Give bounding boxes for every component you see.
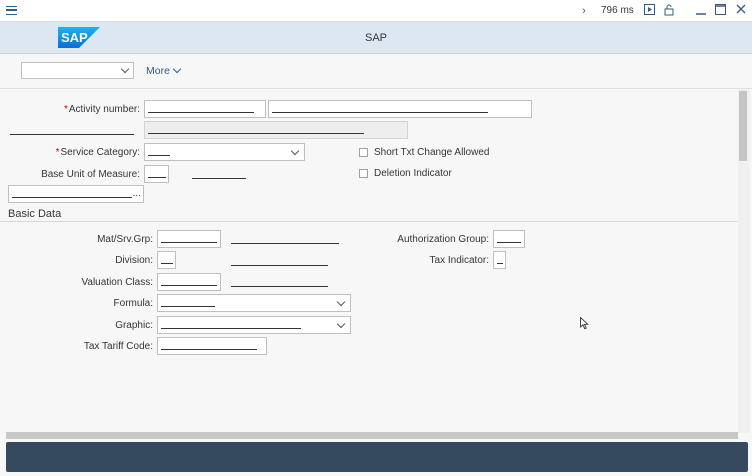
authorization-group-label: Authorization Group: — [397, 234, 489, 245]
lock-icon[interactable] — [663, 4, 675, 18]
shell-header: SAP SAP — [0, 22, 752, 54]
chevron-down-icon — [336, 319, 346, 329]
value-help-field[interactable]: ... — [8, 185, 144, 203]
readonly-field — [144, 121, 408, 139]
mat-srv-grp-field[interactable] — [157, 230, 221, 248]
tax-tariff-code-label: Tax Tariff Code: — [83, 341, 153, 352]
activity-number-field[interactable] — [144, 100, 266, 118]
toolbar: More — [0, 54, 752, 89]
graphic-select[interactable] — [157, 316, 351, 334]
section-divider — [0, 221, 740, 222]
deletion-indicator-checkbox[interactable] — [359, 169, 368, 178]
horizontal-scrollbar[interactable] — [6, 432, 738, 439]
chevron-right-icon[interactable]: › — [578, 4, 590, 18]
mat-srv-grp-label: Mat/Srv.Grp: — [97, 234, 153, 245]
more-label: More — [146, 65, 170, 77]
base-uom-label: Base Unit of Measure: — [41, 169, 140, 180]
vertical-scrollbar-thumb[interactable] — [739, 91, 747, 161]
division-label: Division: — [115, 255, 153, 266]
toolbar-select[interactable] — [21, 62, 134, 79]
maximize-icon[interactable] — [714, 4, 726, 18]
footer-bar — [6, 442, 748, 472]
authorization-group-field[interactable] — [493, 230, 525, 248]
vertical-scrollbar[interactable] — [738, 89, 750, 433]
valuation-class-label: Valuation Class: — [81, 277, 153, 288]
base-uom-field[interactable] — [144, 165, 169, 183]
menu-icon[interactable] — [6, 6, 17, 15]
chevron-down-icon — [172, 64, 182, 74]
short-txt-change-checkbox[interactable] — [359, 148, 368, 157]
play-icon[interactable] — [643, 4, 655, 18]
division-field[interactable] — [157, 251, 176, 269]
mat-srv-grp-text-line — [231, 243, 339, 244]
chevron-down-icon — [120, 64, 130, 74]
valuation-class-text-line — [231, 286, 328, 287]
mouse-cursor-icon — [580, 317, 589, 330]
window-titlebar: › 796 ms — [0, 0, 752, 22]
section-title-basic-data: Basic Data — [8, 208, 62, 220]
service-category-label: *Service Category: — [55, 147, 140, 158]
activity-number-label: *Activity number: — [63, 104, 140, 115]
tax-indicator-label: Tax Indicator: — [429, 255, 489, 266]
formula-select[interactable] — [157, 294, 351, 312]
chevron-down-icon — [336, 297, 346, 307]
tax-indicator-field[interactable] — [493, 251, 506, 269]
valuation-class-field[interactable] — [157, 273, 221, 291]
unlabeled-field-line — [10, 134, 134, 135]
division-text-line — [231, 265, 328, 266]
formula-label: Formula: — [113, 298, 153, 309]
chevron-down-icon — [290, 146, 300, 156]
tax-tariff-code-field[interactable] — [157, 337, 267, 355]
form-content: *Activity number: *Service Category: Sho… — [0, 89, 740, 433]
minimize-icon[interactable] — [695, 4, 707, 18]
value-help-button[interactable]: ... — [133, 188, 141, 199]
page-title: SAP — [364, 32, 387, 44]
base-uom-text-line — [192, 178, 246, 179]
performance-indicator: 796 ms — [601, 5, 634, 16]
deletion-indicator-label: Deletion Indicator — [374, 168, 452, 179]
close-icon[interactable] — [735, 4, 747, 18]
service-category-select[interactable] — [144, 143, 305, 161]
activity-description-field[interactable] — [268, 100, 532, 118]
graphic-label: Graphic: — [115, 320, 153, 331]
short-txt-change-label: Short Txt Change Allowed — [374, 147, 490, 158]
more-button[interactable]: More — [146, 64, 182, 77]
